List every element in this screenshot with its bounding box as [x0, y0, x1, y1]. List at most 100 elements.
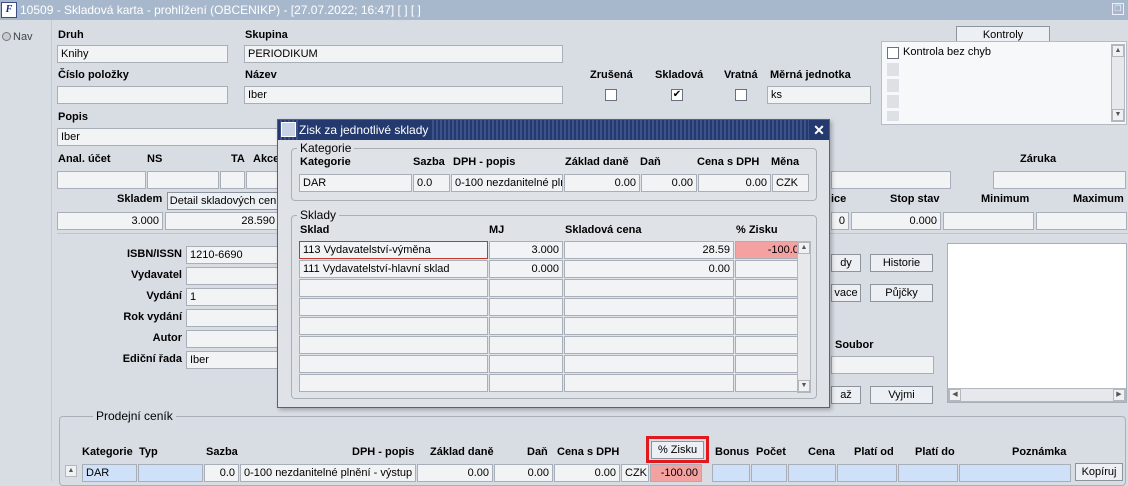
skladova-checkbox[interactable]: ✔ — [671, 89, 683, 101]
sklady-sklad-cell[interactable] — [299, 374, 488, 392]
ta-field[interactable] — [220, 171, 245, 189]
scroll-right-icon[interactable]: ▶ — [1113, 389, 1125, 401]
scroll-up-icon[interactable]: ▲ — [1112, 45, 1124, 57]
partial-dy-button[interactable]: dy — [831, 254, 861, 272]
vratna-checkbox[interactable] — [735, 89, 747, 101]
sklady-sklad-cell[interactable] — [299, 317, 488, 335]
stop-stav-field[interactable]: 0.000 — [851, 212, 941, 230]
edicni-rada-field[interactable]: Iber — [186, 351, 279, 369]
partial-az-button[interactable]: až — [831, 386, 861, 404]
cenik-poznamka-cell[interactable] — [959, 464, 1071, 482]
scroll-up-icon[interactable]: ▲ — [798, 242, 810, 254]
preview-hscrollbar[interactable]: ◀ ▶ — [948, 388, 1126, 402]
m-kategorie-cell[interactable]: DAR — [299, 174, 412, 192]
cena-fragment-field[interactable]: 0 — [831, 212, 849, 230]
rok-vydani-field[interactable] — [186, 309, 279, 327]
historie-button[interactable]: Historie — [870, 254, 933, 272]
scroll-left-icon[interactable]: ◀ — [949, 389, 961, 401]
sklady-mj-cell[interactable]: 0.000 — [489, 260, 563, 278]
vydani-field[interactable]: 1 — [186, 288, 279, 306]
akce-field[interactable] — [246, 171, 279, 189]
druh-field[interactable]: Knihy — [57, 45, 228, 63]
sklady-cena-cell[interactable]: 0.00 — [564, 260, 734, 278]
popis-field[interactable]: Iber — [57, 128, 279, 146]
skladem-field[interactable]: 3.000 — [57, 212, 163, 230]
cenik-mena-cell[interactable]: CZK — [621, 464, 649, 482]
sklady-cena-cell[interactable] — [564, 374, 734, 392]
scroll-down-icon[interactable]: ▼ — [1112, 109, 1124, 121]
image-preview-area[interactable]: ◀ ▶ — [947, 243, 1127, 403]
sklady-sklad-cell[interactable]: 111 Vydavatelství-hlavní sklad — [299, 260, 488, 278]
m-sazba-cell[interactable]: 0.0 — [413, 174, 450, 192]
autor-field[interactable] — [186, 330, 279, 348]
sklady-mj-cell[interactable] — [489, 317, 563, 335]
nazev-label: Název — [245, 69, 277, 81]
cenik-zaklad-cell[interactable]: 0.00 — [417, 464, 493, 482]
sklady-mj-cell[interactable] — [489, 298, 563, 316]
m-cena-cell[interactable]: 0.00 — [698, 174, 771, 192]
kontrola-item: Kontrola bez chyb — [903, 46, 992, 58]
nazev-field[interactable]: Iber — [244, 86, 563, 104]
m-mena-cell[interactable]: CZK — [772, 174, 809, 192]
sklady-cena-cell[interactable] — [564, 279, 734, 297]
m-dan-cell[interactable]: 0.00 — [641, 174, 697, 192]
detail-skladovych-cen-button[interactable]: Detail skladových cen — [167, 192, 279, 210]
ns-field[interactable] — [147, 171, 219, 189]
cenik-sazba-cell[interactable]: 0.0 — [204, 464, 239, 482]
sklady-cena-cell[interactable] — [564, 298, 734, 316]
minimum-field[interactable] — [943, 212, 1034, 230]
cenik-cena-cell[interactable]: 0.00 — [554, 464, 620, 482]
maximum-field[interactable] — [1036, 212, 1127, 230]
sklady-mj-cell[interactable]: 3.000 — [489, 241, 563, 259]
cenik-bonus-cell[interactable] — [712, 464, 750, 482]
pujcky-button[interactable]: Půjčky — [870, 284, 933, 302]
skupina-field[interactable]: PERIODIKUM — [244, 45, 563, 63]
cenik-dph-cell[interactable]: 0-100 nezdanitelné plnění - výstup — [240, 464, 416, 482]
nav-toggle[interactable]: Nav — [2, 31, 33, 43]
sklady-scrollbar[interactable]: ▲ ▼ — [797, 241, 811, 393]
sklady-cena-cell[interactable] — [564, 355, 734, 373]
cenik-kategorie-cell[interactable]: DAR — [82, 464, 137, 482]
cenik-plati-do-cell[interactable] — [898, 464, 958, 482]
zisk-button[interactable]: % Zisku — [651, 441, 704, 459]
cenik-plati-od-cell[interactable] — [837, 464, 897, 482]
sklady-sklad-cell[interactable] — [299, 336, 488, 354]
zaruka-field[interactable] — [993, 171, 1126, 189]
sklady-cena-cell[interactable]: 28.59 — [564, 241, 734, 259]
cislo-polozky-field[interactable] — [57, 86, 228, 104]
kontroly-scrollbar[interactable]: ▲ ▼ — [1111, 44, 1125, 122]
restore-window-icon[interactable]: ❐ — [1112, 3, 1124, 15]
isbn-field[interactable]: 1210-6690 — [186, 246, 279, 264]
m-zaklad-cell[interactable]: 0.00 — [564, 174, 640, 192]
cenik-pocet-cell[interactable] — [751, 464, 787, 482]
cenik-typ-cell[interactable] — [138, 464, 203, 482]
cenik-dan-cell[interactable]: 0.00 — [494, 464, 553, 482]
sklady-mj-cell[interactable] — [489, 374, 563, 392]
scroll-down-icon[interactable]: ▼ — [798, 380, 810, 392]
sklady-sklad-cell[interactable] — [299, 355, 488, 373]
sklady-sklad-cell[interactable] — [299, 279, 488, 297]
m-dph-cell[interactable]: 0-100 nezdanitelné pln — [451, 174, 563, 192]
row-scroll-up-icon[interactable]: ▲ — [65, 465, 77, 477]
merna-jednotka-field[interactable]: ks — [767, 86, 871, 104]
soubor-field[interactable] — [831, 356, 934, 374]
sklady-cena-cell[interactable] — [564, 336, 734, 354]
vydavatel-field[interactable] — [186, 267, 279, 285]
sklady-mj-cell[interactable] — [489, 355, 563, 373]
cenik-zisk-cell[interactable]: -100.00 — [650, 464, 702, 482]
sklady-mj-cell[interactable] — [489, 279, 563, 297]
skladem-cena-field[interactable]: 28.590 — [165, 212, 279, 230]
cenik-cena2-cell[interactable] — [788, 464, 836, 482]
kopiruj-button[interactable]: Kopíruj — [1075, 463, 1123, 481]
kontrola-checkbox[interactable] — [887, 47, 899, 59]
hidden-field[interactable] — [831, 171, 951, 189]
sklady-cena-cell[interactable] — [564, 317, 734, 335]
sklady-sklad-cell[interactable] — [299, 298, 488, 316]
sklady-mj-cell[interactable] — [489, 336, 563, 354]
anal-ucet-field[interactable] — [57, 171, 146, 189]
zrusena-checkbox[interactable] — [605, 89, 617, 101]
vyjmi-button[interactable]: Vyjmi — [870, 386, 933, 404]
sklady-sklad-cell[interactable]: 113 Vydavatelství-výměna — [299, 241, 488, 259]
partial-vace-button[interactable]: vace — [831, 284, 861, 302]
close-icon[interactable]: ✕ — [809, 120, 829, 140]
